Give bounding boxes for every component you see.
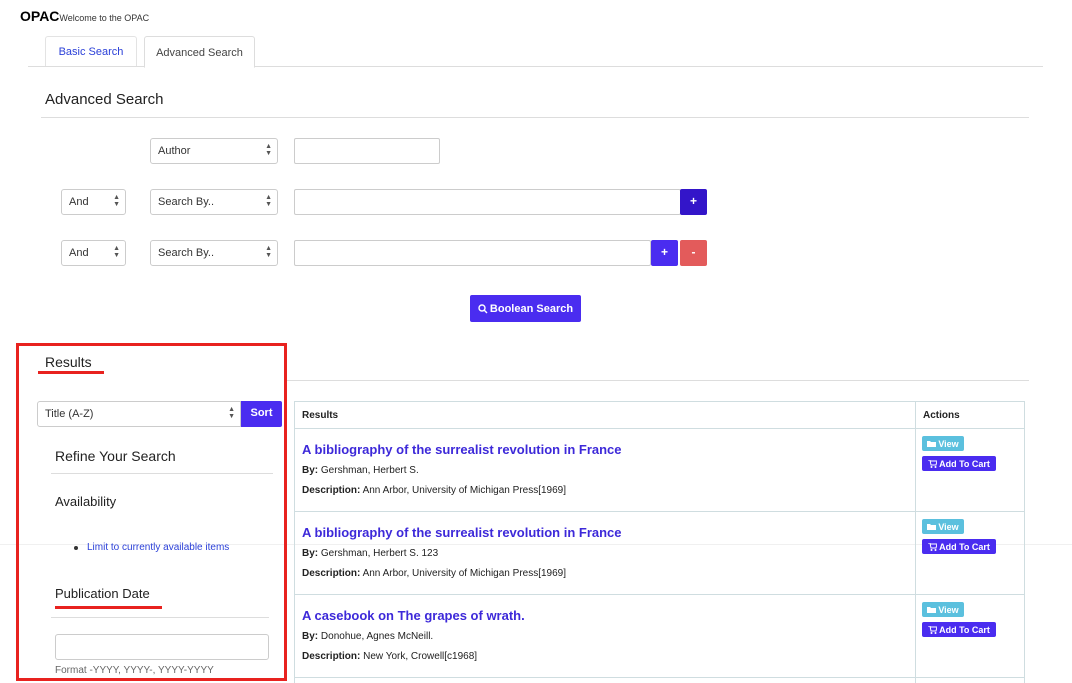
view-label: View [938, 604, 959, 615]
welcome-text: Welcome to the OPAC [59, 13, 150, 23]
view-button[interactable]: View [922, 436, 964, 451]
operator-select-3-value: And [69, 247, 89, 259]
add-to-cart-label: Add To Cart [939, 541, 990, 552]
field-select-3-value: Search By.. [158, 247, 215, 259]
folder-icon [927, 524, 937, 530]
select-arrows-icon: ▲ ▼ [265, 143, 272, 157]
boolean-search-label: Boolean Search [489, 302, 574, 315]
view-button[interactable]: View [922, 602, 964, 617]
view-button[interactable]: View [922, 519, 964, 534]
author-value: Gershman, Herbert S. [320, 465, 419, 476]
result-author: By: Gershman, Herbert S. 123 [302, 548, 438, 559]
field-select-2-value: Search By.. [158, 196, 215, 208]
description-value: Ann Arbor, University of Michigan Press[… [362, 485, 567, 496]
add-to-cart-button[interactable]: Add To Cart [922, 539, 996, 554]
search-tabs: Basic Search Advanced Search [28, 36, 1043, 68]
search-icon [478, 303, 488, 313]
field-select-1-value: Author [158, 145, 191, 157]
result-description: Description: Ann Arbor, University of Mi… [302, 485, 566, 496]
remove-row-button[interactable]: - [680, 240, 707, 266]
field-select-3[interactable]: Search By.. ▲ ▼ [150, 240, 278, 266]
add-to-cart-label: Add To Cart [939, 624, 990, 635]
add-to-cart-button[interactable]: Add To Cart [922, 622, 996, 637]
add-to-cart-button[interactable]: Add To Cart [922, 456, 996, 471]
brand: OPAC Welcome to the OPAC [20, 8, 149, 24]
divider [287, 380, 1029, 381]
description-value: Ann Arbor, University of Michigan Press[… [362, 568, 567, 579]
description-value: New York, Crowell[c1968] [363, 651, 478, 662]
select-arrows-icon: ▲ ▼ [113, 194, 120, 208]
operator-select-2[interactable]: And ▲ ▼ [61, 189, 126, 215]
cart-icon [928, 542, 938, 551]
operator-select-3[interactable]: And ▲ ▼ [61, 240, 126, 266]
field-select-1[interactable]: Author ▲ ▼ [150, 138, 278, 164]
result-description: Description: New York, Crowell[c1968] [302, 651, 477, 662]
query-input-3[interactable] [294, 240, 651, 266]
select-arrows-icon: ▲ ▼ [265, 245, 272, 259]
annotation-box [16, 343, 287, 681]
divider [41, 117, 1029, 118]
tab-advanced-search[interactable]: Advanced Search [144, 36, 255, 68]
brand-name: OPAC [20, 8, 60, 24]
select-arrows-icon: ▲ ▼ [113, 245, 120, 259]
folder-icon [927, 607, 937, 613]
column-header-actions: Actions [923, 410, 960, 421]
result-description: Description: Ann Arbor, University of Mi… [302, 568, 566, 579]
cart-icon [928, 459, 938, 468]
add-row-button[interactable]: + [651, 240, 678, 266]
result-author: By: Gershman, Herbert S. [302, 465, 419, 476]
column-header-results: Results [302, 410, 339, 421]
field-select-2[interactable]: Search By.. ▲ ▼ [150, 189, 278, 215]
table-row: A bibliography of the surrealist revolut… [295, 429, 1024, 512]
author-value: Gershman, Herbert S. 123 [320, 548, 439, 559]
result-title-link[interactable]: A casebook on The grapes of wrath. [302, 608, 525, 623]
results-table: Results Actions A bibliography of the su… [294, 401, 1025, 683]
query-input-1[interactable] [294, 138, 440, 164]
folder-icon [927, 441, 937, 447]
table-row: A casebook on The grapes of wrath. By: D… [295, 595, 1024, 678]
description-label: Description: [302, 568, 361, 579]
by-label: By: [302, 465, 319, 476]
boolean-search-button[interactable]: Boolean Search [470, 295, 581, 322]
operator-select-2-value: And [69, 196, 89, 208]
view-label: View [938, 521, 959, 532]
tab-basic-search[interactable]: Basic Search [45, 36, 137, 66]
view-label: View [938, 438, 959, 449]
result-title-link[interactable]: A bibliography of the surrealist revolut… [302, 525, 622, 540]
by-label: By: [302, 631, 319, 642]
description-label: Description: [302, 485, 361, 496]
result-title-link[interactable]: A bibliography of the surrealist revolut… [302, 442, 622, 457]
advanced-search-title: Advanced Search [45, 91, 164, 108]
query-input-2[interactable] [294, 189, 681, 215]
table-row: A bibliography of the surrealist revolut… [295, 512, 1024, 595]
author-value: Donohue, Agnes McNeill. [320, 631, 434, 642]
add-row-button[interactable]: + [680, 189, 707, 215]
by-label: By: [302, 548, 319, 559]
select-arrows-icon: ▲ ▼ [265, 194, 272, 208]
result-author: By: Donohue, Agnes McNeill. [302, 631, 433, 642]
cart-icon [928, 625, 938, 634]
add-to-cart-label: Add To Cart [939, 458, 990, 469]
description-label: Description: [302, 651, 361, 662]
